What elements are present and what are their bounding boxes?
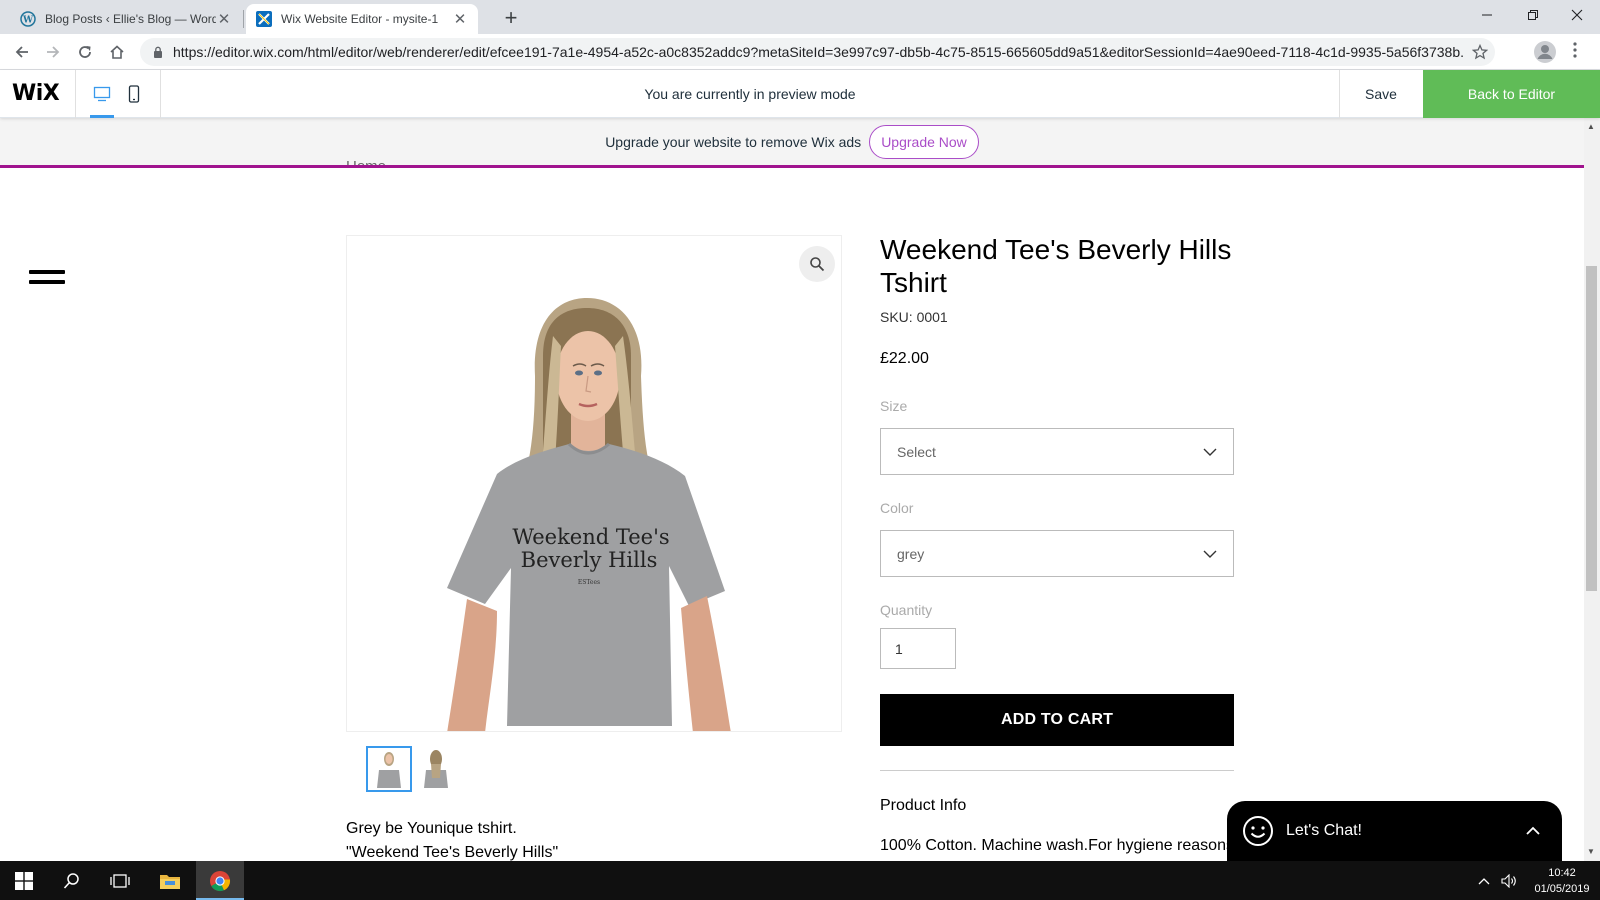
chevron-down-icon: [1203, 448, 1217, 456]
header-accent-line: [0, 165, 1584, 168]
size-value: Select: [897, 443, 936, 460]
product-description-line: "Weekend Tee's Beverly Hills": [346, 844, 559, 861]
tab-wix-editor[interactable]: Wix Website Editor - mysite-1 ✕: [246, 4, 478, 34]
menu-dots-icon[interactable]: [1573, 42, 1577, 63]
close-icon[interactable]: ✕: [452, 10, 468, 28]
quantity-input[interactable]: 1: [880, 628, 956, 669]
quantity-value: 1: [895, 640, 903, 657]
size-dropdown[interactable]: Select: [880, 428, 1234, 475]
product-info-text: 100% Cotton. Machine wash.For hygiene re…: [880, 837, 1230, 854]
wix-icon: [256, 11, 272, 27]
task-view-icon[interactable]: [96, 861, 144, 900]
product-sku: SKU: 0001: [880, 309, 948, 325]
product-price: £22.00: [880, 350, 929, 367]
bookmark-star-icon[interactable]: [1465, 44, 1495, 60]
product-main-image[interactable]: Weekend Tee's Beverly Hills ESTees: [346, 235, 842, 732]
clock-time: 10:42: [1548, 867, 1576, 879]
clock-date: 01/05/2019: [1534, 883, 1590, 895]
lock-icon: [154, 46, 162, 58]
address-bar[interactable]: https://editor.wix.com/html/editor/web/r…: [140, 38, 1495, 66]
tab-label: Blog Posts ‹ Ellie's Blog — WordPress: [45, 12, 216, 26]
minimize-icon[interactable]: [1464, 0, 1510, 30]
color-value: grey: [897, 545, 925, 562]
chat-label: Let's Chat!: [1286, 822, 1362, 839]
chevron-down-icon: [1203, 550, 1217, 558]
system-clock[interactable]: 10:42 01/05/2019: [1524, 865, 1600, 897]
tab-wordpress[interactable]: W Blog Posts ‹ Ellie's Blog — WordPress …: [10, 4, 242, 34]
size-label: Size: [880, 398, 908, 414]
scroll-down-arrow-icon[interactable]: ▼: [1587, 847, 1595, 856]
zoom-icon[interactable]: [799, 246, 835, 282]
home-icon[interactable]: [104, 39, 130, 65]
tab-label: Wix Website Editor - mysite-1: [281, 12, 439, 26]
shirt-print-text: ESTees: [578, 579, 600, 586]
windows-start-icon[interactable]: [0, 861, 48, 900]
smiley-icon: [1243, 816, 1273, 846]
model-grey-tshirt-image: Weekend Tee's Beverly Hills ESTees: [447, 298, 731, 731]
new-tab-button[interactable]: +: [499, 5, 523, 31]
save-button[interactable]: Save: [1339, 70, 1423, 118]
search-icon[interactable]: [48, 861, 96, 900]
quantity-label: Quantity: [880, 602, 933, 618]
volume-icon[interactable]: [1501, 861, 1517, 900]
reload-icon[interactable]: [72, 39, 98, 65]
mobile-view-icon[interactable]: [122, 82, 146, 106]
svg-text:W: W: [22, 16, 34, 26]
forward-arrow-icon[interactable]: [40, 39, 66, 65]
preview-mode-message: You are currently in preview mode: [644, 86, 856, 102]
profile-avatar-icon[interactable]: [1533, 40, 1557, 64]
product-title: Weekend Tee's Beverly Hills Tshirt: [880, 234, 1232, 298]
back-to-editor-button[interactable]: Back to Editor: [1423, 70, 1600, 118]
thumbnail-front[interactable]: [366, 746, 412, 792]
scrollbar-thumb[interactable]: [1586, 266, 1597, 591]
restore-icon[interactable]: [1510, 0, 1556, 30]
desktop-view-icon[interactable]: [90, 82, 114, 106]
upgrade-banner: Upgrade your website to remove Wix ads U…: [0, 118, 1584, 166]
wordpress-icon: W: [20, 11, 36, 27]
color-dropdown[interactable]: grey: [880, 530, 1234, 577]
wix-preview-header: WiX You are currently in preview mode Sa…: [0, 70, 1600, 118]
show-hidden-icons-icon[interactable]: [1478, 861, 1490, 900]
chrome-taskbar-icon[interactable]: [196, 861, 244, 900]
add-to-cart-button[interactable]: ADD TO CART: [880, 694, 1234, 746]
color-label: Color: [880, 500, 914, 516]
chat-widget[interactable]: Let's Chat!: [1227, 801, 1562, 861]
hamburger-menu-icon[interactable]: [29, 270, 65, 290]
windows-taskbar: 10:42 01/05/2019: [0, 861, 1600, 900]
upgrade-message: Upgrade your website to remove Wix ads: [605, 134, 862, 150]
file-explorer-icon[interactable]: [146, 861, 194, 900]
close-icon[interactable]: ✕: [216, 10, 232, 28]
wix-logo: WiX: [12, 81, 60, 106]
divider: [880, 770, 1234, 771]
url-text: https://editor.wix.com/html/editor/web/r…: [173, 44, 1465, 60]
product-description-line: Grey be Younique tshirt.: [346, 820, 517, 837]
chevron-up-icon[interactable]: [1526, 824, 1540, 838]
thumbnail-back[interactable]: [414, 746, 460, 792]
shirt-print-text: Beverly Hills: [521, 548, 658, 572]
browser-tab-bar: W Blog Posts ‹ Ellie's Blog — WordPress …: [0, 0, 1600, 34]
shirt-print-text: Weekend Tee's: [512, 525, 669, 549]
scroll-up-arrow-icon[interactable]: ▲: [1587, 122, 1595, 131]
browser-toolbar: https://editor.wix.com/html/editor/web/r…: [0, 34, 1600, 70]
divider: [75, 70, 76, 118]
desktop-view-indicator: [90, 115, 114, 118]
back-arrow-icon[interactable]: [9, 39, 35, 65]
upgrade-now-button[interactable]: Upgrade Now: [869, 125, 979, 159]
close-window-icon[interactable]: [1554, 0, 1600, 30]
tab-separator: [243, 10, 244, 28]
product-info-toggle[interactable]: Product Info: [880, 797, 966, 815]
